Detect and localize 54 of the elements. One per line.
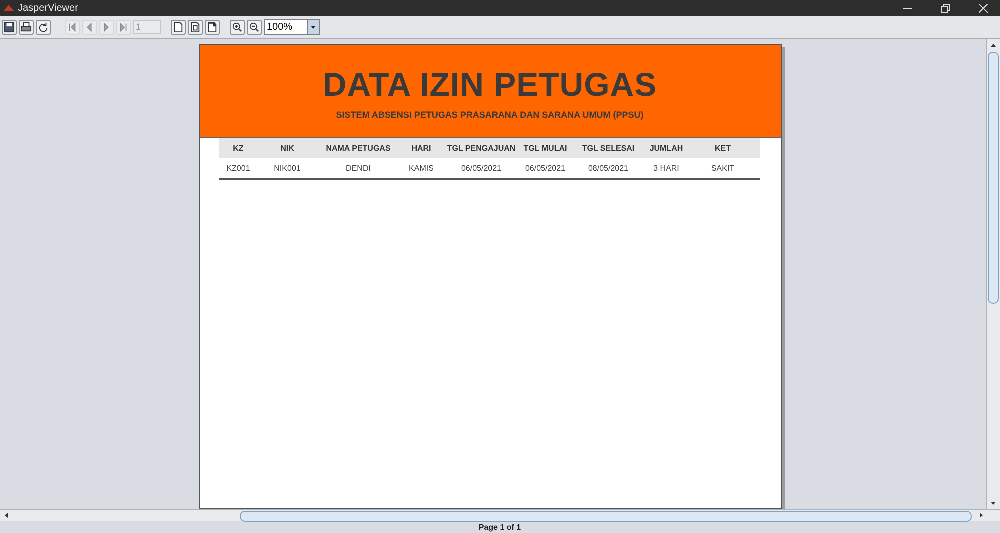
column-header: TGL PENGAJUAN [442, 138, 520, 158]
print-button[interactable] [19, 20, 34, 34]
last-page-icon [118, 22, 129, 32]
printer-icon [21, 22, 32, 32]
column-header: TGL MULAI [520, 138, 570, 158]
table-cell: KAMIS [400, 158, 442, 180]
table-cell: NIK001 [258, 158, 316, 180]
zoom-combo[interactable]: 100% [264, 19, 320, 35]
vertical-scrollbar[interactable] [986, 39, 1000, 509]
table-cell: SAKIT [686, 158, 760, 180]
table-cell: 06/05/2021 [442, 158, 520, 180]
save-button[interactable] [2, 20, 17, 34]
left-arrow-icon [4, 513, 8, 518]
down-arrow-icon [991, 502, 996, 504]
column-header: NIK [258, 138, 316, 158]
zoom-out-button[interactable] [247, 20, 262, 34]
fit-page-button[interactable] [188, 20, 203, 34]
caret-icon [311, 26, 316, 28]
fit-width-button[interactable] [205, 20, 220, 34]
scroll-thumb[interactable] [988, 52, 999, 304]
first-page-icon [67, 22, 78, 32]
table-cell: KZ001 [218, 158, 258, 180]
scroll-thumb[interactable] [240, 511, 972, 522]
table-cell: 3 HARI [646, 158, 686, 180]
page-icon [207, 22, 218, 32]
restore-icon [940, 4, 950, 12]
column-header: NAMA PETUGAS [316, 138, 400, 158]
horizontal-scrollbar[interactable] [0, 509, 1000, 521]
table-cell: DENDI [316, 158, 400, 180]
table-cell: 06/05/2021 [520, 158, 570, 180]
page-icon [190, 22, 201, 32]
window-title: JasperViewer [18, 2, 80, 14]
zoom-in-button[interactable] [230, 20, 245, 34]
reload-icon [38, 22, 49, 32]
app-logo-icon [4, 5, 14, 11]
report-title: DATA IZIN PETUGAS [322, 66, 658, 104]
column-header: HARI [400, 138, 442, 158]
zoom-out-icon [249, 22, 260, 32]
report-subtitle: SISTEM ABSENSI PETUGAS PRASARANA DAN SARANA UMUM (PPSU) [336, 110, 644, 120]
right-arrow-icon [980, 513, 982, 518]
zoom-in-icon [232, 22, 243, 32]
actual-size-button[interactable] [171, 20, 186, 34]
page-icon [173, 22, 184, 32]
column-header: JUMLAH [646, 138, 686, 158]
column-header: KET [686, 138, 760, 158]
up-arrow-icon [991, 44, 996, 46]
page-status: Page 1 of 1 [478, 522, 522, 532]
close-icon [978, 4, 988, 12]
zoom-value: 100% [266, 22, 294, 32]
reload-button[interactable] [36, 20, 51, 34]
table-cell: 08/05/2021 [570, 158, 646, 180]
dropdown-button[interactable] [307, 20, 319, 34]
column-header: KZ [218, 138, 258, 158]
column-header: TGL SELESAI [570, 138, 646, 158]
